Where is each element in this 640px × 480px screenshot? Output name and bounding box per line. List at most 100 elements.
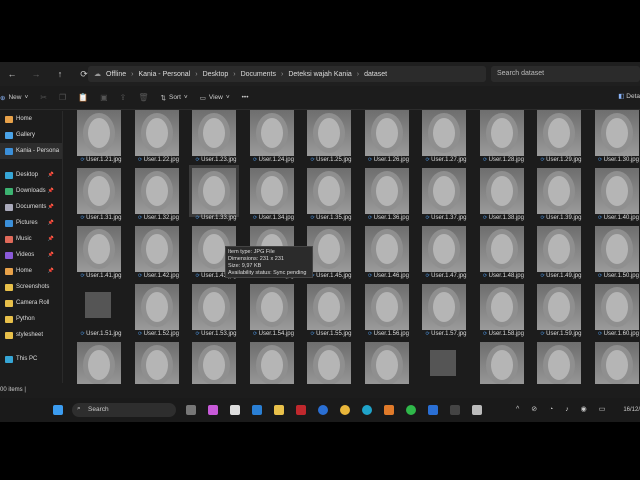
hp-icon[interactable] — [318, 405, 328, 415]
file-item[interactable]: User.1.22.jpg — [130, 110, 186, 168]
file-item[interactable] — [72, 342, 128, 386]
file-item[interactable]: User.1.21.jpg — [72, 110, 128, 168]
breadcrumb-item[interactable]: Offline — [106, 71, 126, 78]
file-item[interactable]: User.1.30.jpg — [590, 110, 640, 168]
sidebar-item[interactable]: Desktop 📌 — [0, 167, 62, 183]
sidebar-item[interactable]: This PC — [0, 351, 62, 367]
more-button[interactable]: ••• — [242, 94, 249, 101]
back-button[interactable]: ← — [0, 69, 24, 79]
address-bar[interactable]: ☁ Offline › Kania - Personal › Desktop › Docume… — [88, 66, 486, 82]
whatsapp-icon[interactable] — [406, 405, 416, 415]
file-item[interactable] — [475, 342, 531, 386]
sidebar-item[interactable]: Pictures 📌 — [0, 215, 62, 231]
sidebar-item[interactable]: Home 📌 — [0, 263, 62, 279]
search-input[interactable]: Search dataset — [491, 66, 640, 82]
view-button[interactable]: ▭ View ˅ — [200, 94, 230, 102]
file-item[interactable]: User.1.57.jpg — [417, 284, 473, 342]
file-item[interactable]: User.1.27.jpg — [417, 110, 473, 168]
details-button[interactable]: ◧ Deta — [618, 92, 640, 100]
breadcrumb-item[interactable]: Deteksi wajah Kania — [288, 71, 351, 78]
edge-icon[interactable] — [362, 405, 372, 415]
sidebar-item[interactable]: Home — [0, 111, 62, 127]
system-tray[interactable]: ^ ⊘ ◔ ♪ ◉ ▭ — [516, 405, 610, 413]
file-item[interactable]: User.1.51.jpg — [72, 284, 128, 342]
file-item[interactable]: User.1.40.jpg — [590, 168, 640, 226]
file-item[interactable]: User.1.50.jpg — [590, 226, 640, 284]
file-item[interactable] — [532, 342, 588, 386]
file-item[interactable]: User.1.59.jpg — [532, 284, 588, 342]
file-item[interactable]: User.1.55.jpg — [302, 284, 358, 342]
terminal-icon[interactable] — [450, 405, 460, 415]
file-item[interactable] — [590, 342, 640, 386]
sidebar-item[interactable]: Python — [0, 311, 62, 327]
file-item[interactable]: User.1.34.jpg — [245, 168, 301, 226]
start-icon[interactable] — [53, 405, 63, 415]
mcafee-icon[interactable] — [296, 405, 306, 415]
file-item[interactable]: User.1.48.jpg — [475, 226, 531, 284]
snipping-tool-icon[interactable] — [472, 405, 482, 415]
copy-icon[interactable]: ❐ — [59, 93, 66, 102]
file-item[interactable]: User.1.25.jpg — [302, 110, 358, 168]
new-button[interactable]: ⊕ New ˅ — [0, 94, 28, 102]
chrome-icon[interactable] — [340, 405, 350, 415]
task-view-icon[interactable] — [186, 405, 196, 415]
breadcrumb-item[interactable]: Kania - Personal — [138, 71, 190, 78]
outlook-icon[interactable] — [428, 405, 438, 415]
xampp-icon[interactable] — [384, 405, 394, 415]
file-item[interactable]: User.1.36.jpg — [360, 168, 416, 226]
sidebar-item[interactable]: Videos 📌 — [0, 247, 62, 263]
file-item[interactable] — [130, 342, 186, 386]
sidebar-item[interactable]: Downloads 📌 — [0, 183, 62, 199]
file-item[interactable]: User.1.56.jpg — [360, 284, 416, 342]
paste-icon[interactable]: 📋 — [78, 93, 88, 102]
delete-icon[interactable]: 🗑 — [138, 93, 148, 102]
file-item[interactable]: User.1.60.jpg — [590, 284, 640, 342]
file-item[interactable]: User.1.26.jpg — [360, 110, 416, 168]
file-explorer-icon[interactable] — [274, 405, 284, 415]
file-item[interactable]: User.1.54.jpg — [245, 284, 301, 342]
file-item[interactable]: User.1.38.jpg — [475, 168, 531, 226]
breadcrumb-item[interactable]: Documents — [241, 71, 276, 78]
file-item[interactable]: User.1.46.jpg — [360, 226, 416, 284]
file-item[interactable]: User.1.28.jpg — [475, 110, 531, 168]
file-item[interactable]: User.1.23.jpg — [187, 110, 243, 168]
share-icon[interactable]: ⇪ — [120, 93, 127, 102]
sort-button[interactable]: ⇅ Sort ˅ — [161, 94, 188, 102]
file-item[interactable]: User.1.42.jpg — [130, 226, 186, 284]
file-item[interactable]: User.1.39.jpg — [532, 168, 588, 226]
file-item[interactable] — [187, 342, 243, 386]
sidebar-item[interactable]: stylesheet — [0, 327, 62, 343]
up-button[interactable]: ↑ — [48, 69, 72, 79]
file-item[interactable] — [302, 342, 358, 386]
cut-icon[interactable]: ✂ — [40, 93, 47, 102]
breadcrumb-item[interactable]: Desktop — [203, 71, 229, 78]
rename-icon[interactable]: ▣ — [100, 93, 108, 102]
file-item[interactable]: User.1.35.jpg — [302, 168, 358, 226]
copilot-icon[interactable] — [208, 405, 218, 415]
sidebar-item[interactable]: Camera Roll — [0, 295, 62, 311]
forward-button[interactable]: → — [24, 69, 48, 79]
file-item[interactable]: User.1.49.jpg — [532, 226, 588, 284]
file-item[interactable]: User.1.31.jpg — [72, 168, 128, 226]
clock-date[interactable]: 16/12/ — [623, 407, 640, 413]
file-item[interactable]: User.1.32.jpg — [130, 168, 186, 226]
file-item[interactable]: User.1.41.jpg — [72, 226, 128, 284]
file-item[interactable] — [245, 342, 301, 386]
file-item[interactable]: User.1.53.jpg — [187, 284, 243, 342]
file-item[interactable]: User.1.47.jpg — [417, 226, 473, 284]
file-item[interactable] — [360, 342, 416, 386]
file-item[interactable]: User.1.33.jpg — [187, 165, 243, 226]
store-icon[interactable] — [230, 405, 240, 415]
file-item[interactable]: User.1.29.jpg — [532, 110, 588, 168]
vscode-icon[interactable] — [252, 405, 262, 415]
file-item[interactable]: User.1.58.jpg — [475, 284, 531, 342]
file-item[interactable]: User.1.37.jpg — [417, 168, 473, 226]
sidebar-item[interactable]: Music 📌 — [0, 231, 62, 247]
sidebar-item[interactable]: Gallery — [0, 127, 62, 143]
file-item[interactable] — [417, 342, 473, 386]
sidebar-item[interactable]: Kania - Persona — [0, 143, 62, 159]
file-item[interactable]: User.1.52.jpg — [130, 284, 186, 342]
taskbar-search[interactable]: ⌕ Search — [72, 403, 176, 417]
breadcrumb-item[interactable]: dataset — [364, 71, 387, 78]
sidebar-item[interactable]: Documents 📌 — [0, 199, 62, 215]
